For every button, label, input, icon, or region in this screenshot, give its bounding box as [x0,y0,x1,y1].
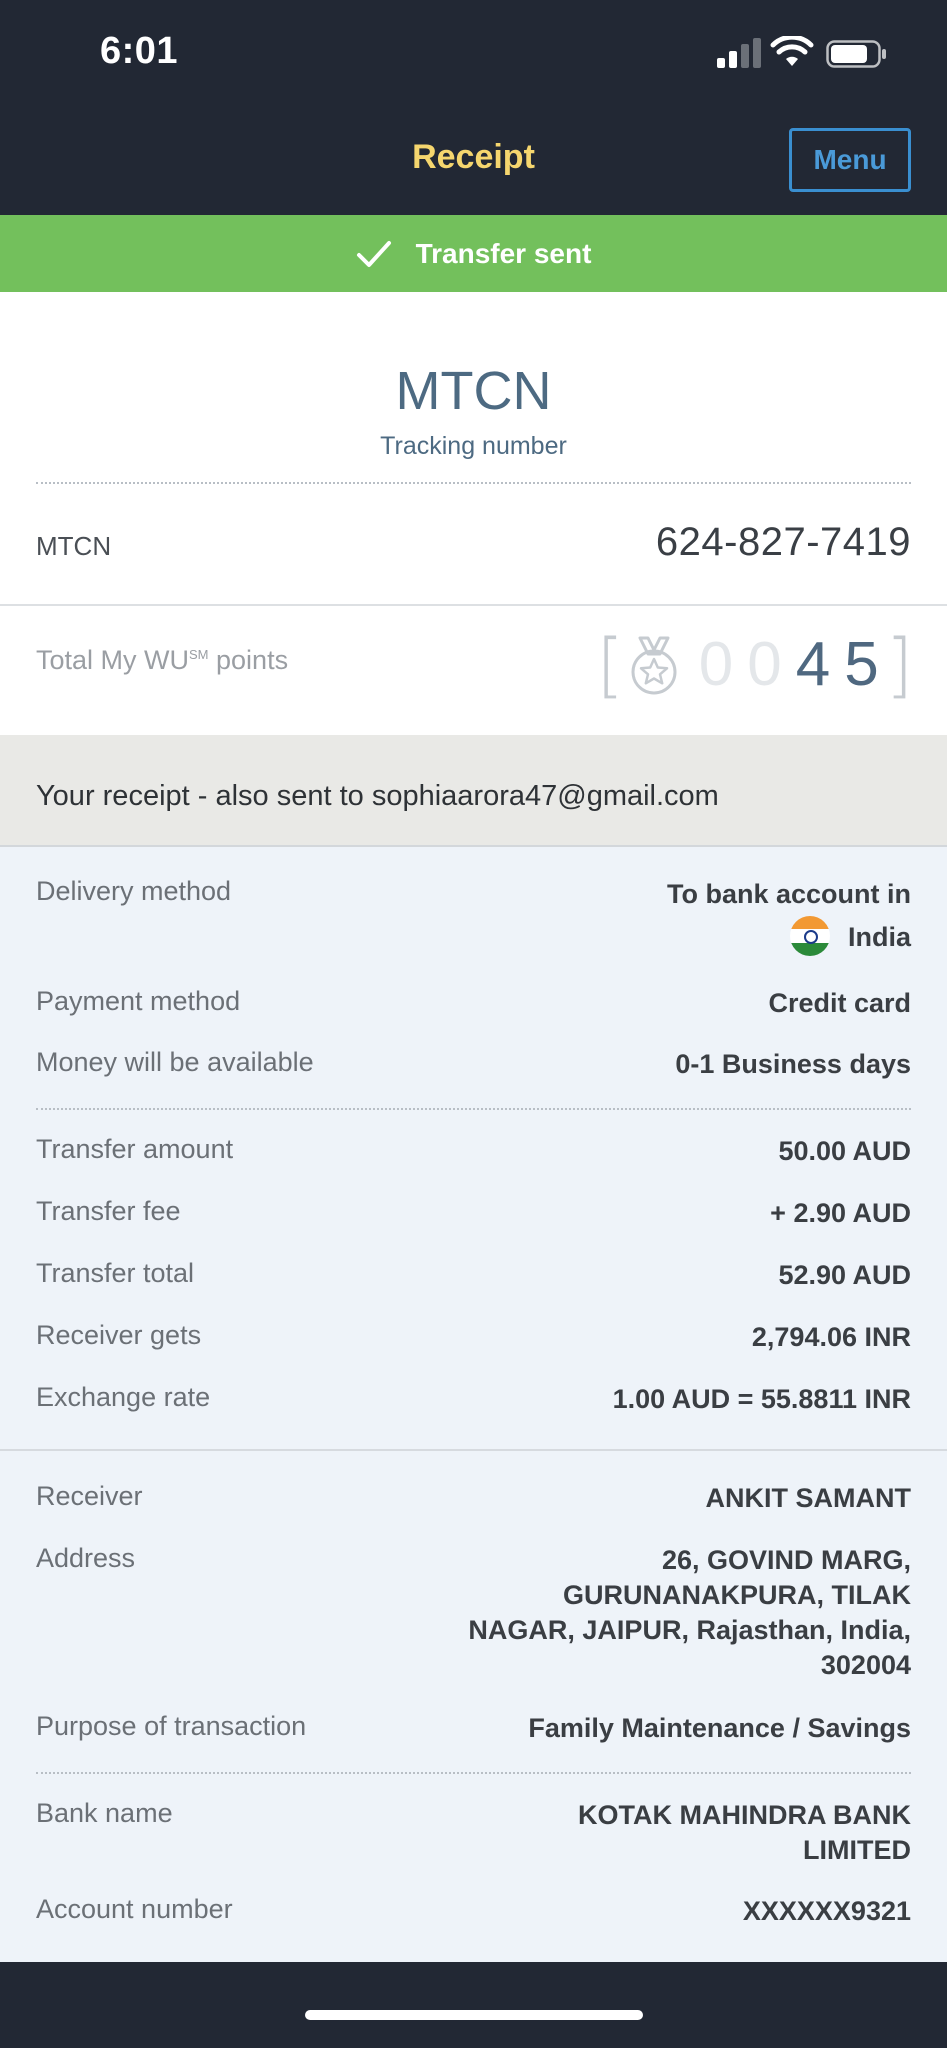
account-number-value: XXXXXX9321 [742,1896,911,1926]
delivery-method-value: To bank account in India [667,877,911,959]
delivery-method-label: Delivery method [36,876,232,906]
divider [0,604,947,606]
account-number-label: Account number [36,1894,233,1924]
receiver-value: ANKIT SAMANT [705,1483,911,1513]
receiver-gets-value: 2,794.06 INR [751,1322,911,1352]
checkmark-icon [356,240,391,267]
bank-name-value: KOTAK MAHINDRA BANK LIMITED [578,1800,911,1865]
banner-text: Transfer sent [415,237,592,269]
points-digit: 4 [795,630,831,699]
transfer-amount-value: 50.00 AUD [778,1136,911,1166]
status-bar: 6:01 [0,0,947,108]
points-digit: 0 [747,630,782,699]
home-indicator-area [0,1962,947,2048]
purpose-label: Purpose of transaction [36,1711,307,1741]
receipt-notice-text: Your receipt - also sent to sophiaarora4… [36,780,719,812]
divider [36,1108,911,1110]
battery-icon [826,40,886,68]
availability-label: Money will be available [36,1047,314,1077]
receiver-gets-label: Receiver gets [36,1320,202,1350]
top-navigation-bar: Receipt Menu [0,108,947,215]
payment-method-value: Credit card [768,988,911,1018]
points-digit: 5 [844,630,879,699]
transfer-fee-value: + 2.90 AUD [770,1198,911,1228]
transfer-amount-label: Transfer amount [36,1134,234,1164]
availability-value: 0-1 Business days [675,1049,911,1079]
receiver-label: Receiver [36,1481,143,1511]
home-indicator[interactable] [305,2010,643,2020]
mtcn-subheading: Tracking number [380,432,567,460]
menu-button[interactable]: Menu [789,128,911,192]
payment-method-label: Payment method [36,986,241,1016]
cellular-signal-icon [717,38,761,68]
bracket-left-icon: [ [596,624,624,706]
bank-name-label: Bank name [36,1798,173,1828]
divider [36,482,911,484]
bracket-right-icon: ] [885,624,913,706]
medal-icon [631,636,677,695]
divider [36,1772,911,1774]
points-counter: [ 0 0 4 5 ] [596,630,913,700]
status-time: 6:01 [100,30,179,72]
transfer-total-value: 52.90 AUD [778,1260,911,1290]
exchange-rate-value: 1.00 AUD = 55.8811 INR [612,1384,911,1414]
points-digit: 0 [698,630,734,699]
address-value: 26, GOVIND MARG, GURUNANAKPURA, TILAK NA… [468,1545,911,1680]
points-label: Total My WUSM points [36,645,289,675]
mtcn-label: MTCN [36,531,112,561]
exchange-rate-label: Exchange rate [36,1382,211,1412]
mtcn-heading: MTCN [395,361,552,421]
mtcn-value[interactable]: 624-827-7419 [656,520,911,565]
transfer-total-label: Transfer total [36,1258,195,1288]
india-flag-icon [789,916,830,956]
transfer-fee-label: Transfer fee [36,1196,181,1226]
section-divider [0,1449,947,1451]
transfer-sent-banner: Transfer sent [0,215,947,292]
purpose-value: Family Maintenance / Savings [528,1713,911,1743]
address-label: Address [36,1543,136,1573]
wifi-icon [770,36,814,66]
